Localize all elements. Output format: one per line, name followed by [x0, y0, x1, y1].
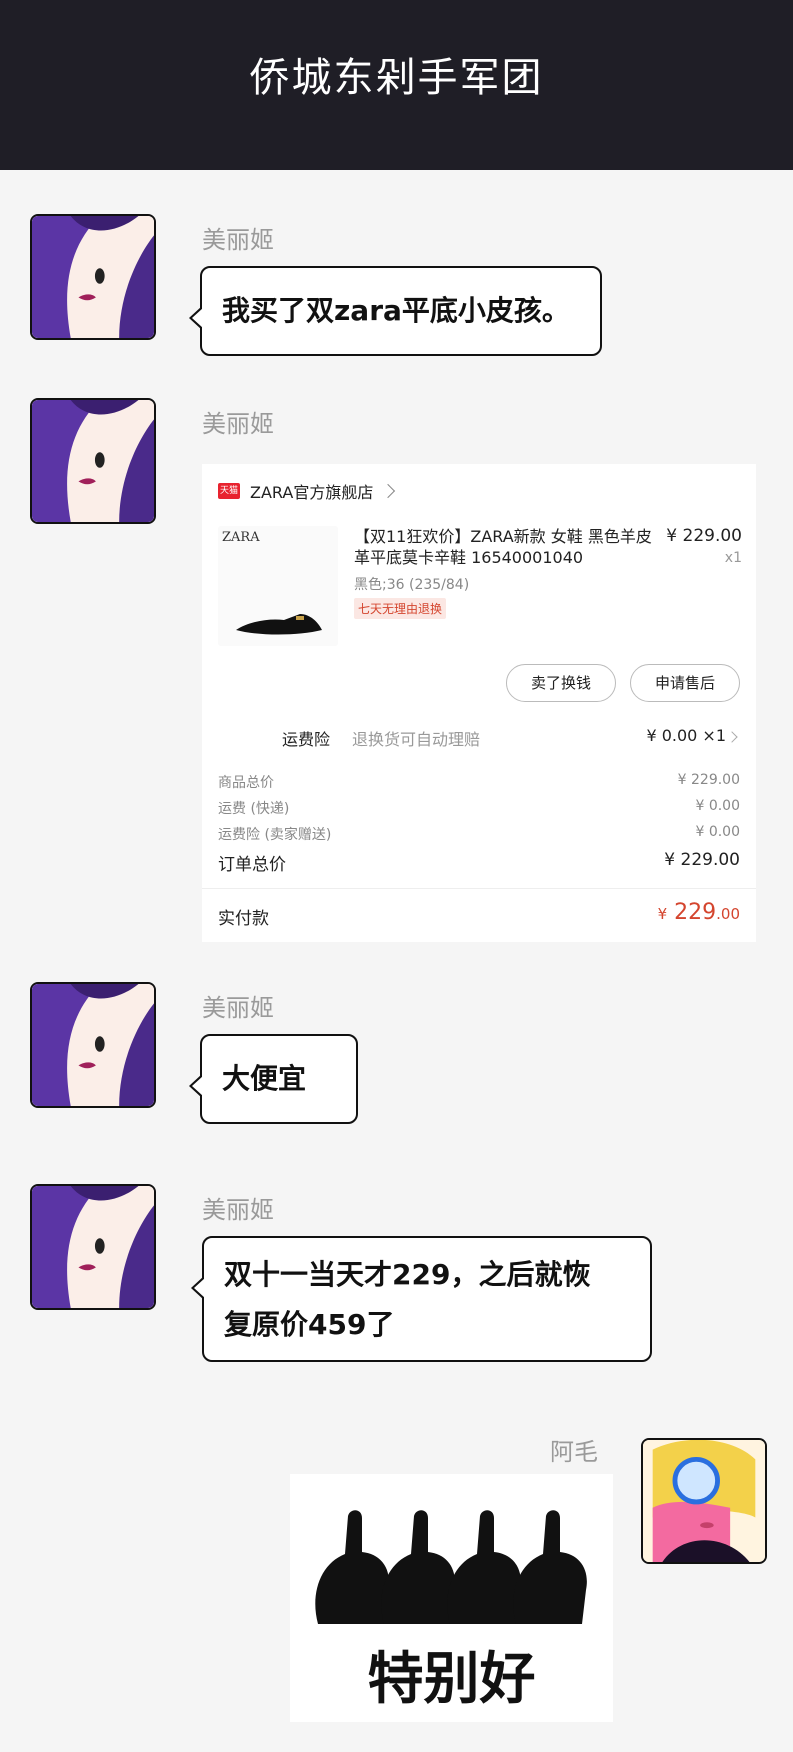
order-card[interactable]: 天猫 ZARA官方旗舰店 ZARA 【双11狂欢价】ZARA新款 女鞋 黑色羊皮…	[202, 464, 756, 942]
summary-row: 运费险 (卖家赠送) ¥ 0.00	[218, 824, 740, 844]
order-total-label: 订单总价	[218, 855, 286, 875]
sender-name: 美丽姬	[202, 226, 274, 254]
paid-currency: ¥	[657, 905, 668, 923]
sender-name: 美丽姬	[202, 994, 274, 1022]
summary-label: 运费险 (卖家赠送)	[218, 827, 332, 843]
order-total-row: 订单总价 ¥ 229.00	[218, 850, 740, 875]
girl-avatar-icon	[32, 400, 154, 522]
sender-name: 美丽姬	[202, 410, 274, 438]
sender-name: 阿毛	[550, 1438, 598, 1466]
paid-label: 实付款	[218, 909, 269, 929]
girl-avatar-icon	[32, 1186, 154, 1308]
sell-button[interactable]: 卖了换钱	[506, 664, 616, 702]
sticker-caption: 特别好	[367, 1647, 536, 1712]
shipping-insurance-row[interactable]: 运费险 退换货可自动理赔 ¥ 0.00 ×1	[202, 722, 756, 752]
summary-row: 商品总价 ¥ 229.00	[218, 772, 740, 792]
group-title: 侨城东剁手军团	[249, 55, 544, 101]
summary-value: ¥ 0.00	[695, 824, 740, 840]
blonde-girl-avatar-icon	[643, 1440, 765, 1562]
tmall-badge: 天猫	[218, 483, 240, 499]
sender-name: 美丽姬	[202, 1196, 274, 1224]
sticker-image[interactable]: 特别好	[290, 1474, 613, 1722]
product-qty: x1	[724, 550, 742, 566]
avatar[interactable]	[30, 982, 156, 1108]
product-title[interactable]: 【双11狂欢价】ZARA新款 女鞋 黑色羊皮革平底莫卡辛鞋 1654000104…	[354, 526, 654, 568]
summary-value: ¥ 0.00	[695, 798, 740, 814]
order-total-value: ¥ 229.00	[664, 850, 740, 870]
chevron-right-icon	[726, 731, 738, 743]
message-bubble[interactable]: 双十一当天才229，之后就恢 复原价459了	[191, 1236, 652, 1362]
chat-header: 侨城东剁手军团	[0, 0, 793, 170]
product-variant: 黑色;36 (235/84)	[354, 577, 470, 593]
message-text: 大便宜	[222, 1062, 307, 1095]
insurance-label: 运费险	[282, 730, 331, 749]
product-price: ¥ 229.00	[666, 526, 742, 546]
avatar[interactable]	[30, 398, 156, 524]
insurance-value: ¥ 0.00 ×1	[646, 726, 726, 745]
girl-avatar-icon	[32, 216, 154, 338]
return-policy-tag: 七天无理由退换	[354, 598, 447, 619]
message-text-line: 双十一当天才229，之后就恢	[224, 1258, 591, 1291]
summary-label: 商品总价	[218, 775, 274, 791]
paid-amount: ¥ 229.00	[658, 900, 740, 925]
divider	[202, 888, 756, 889]
product-image[interactable]: ZARA	[218, 526, 338, 646]
summary-label: 运费 (快递)	[218, 801, 290, 817]
store-row[interactable]: 天猫 ZARA官方旗舰店	[218, 480, 396, 502]
shoe-icon	[236, 614, 322, 635]
insurance-desc: 退换货可自动理赔	[352, 730, 481, 749]
message-bubble[interactable]: 大便宜	[189, 1034, 358, 1124]
avatar[interactable]	[641, 1438, 767, 1564]
girl-avatar-icon	[32, 984, 154, 1106]
paid-dec: .00	[716, 905, 740, 923]
message-text: 我买了双zara平底小皮孩。	[222, 294, 570, 327]
avatar[interactable]	[30, 1184, 156, 1310]
summary-row: 运费 (快递) ¥ 0.00	[218, 798, 740, 818]
summary-value: ¥ 229.00	[677, 772, 740, 788]
message-bubble[interactable]: 我买了双zara平底小皮孩。	[189, 266, 602, 356]
chevron-right-icon	[381, 483, 396, 499]
paid-int: 229	[674, 900, 717, 925]
after-sale-button[interactable]: 申请售后	[630, 664, 740, 702]
avatar[interactable]	[30, 214, 156, 340]
message-text-line: 复原价459了	[224, 1308, 395, 1341]
store-name: ZARA官方旗舰店	[250, 483, 374, 502]
